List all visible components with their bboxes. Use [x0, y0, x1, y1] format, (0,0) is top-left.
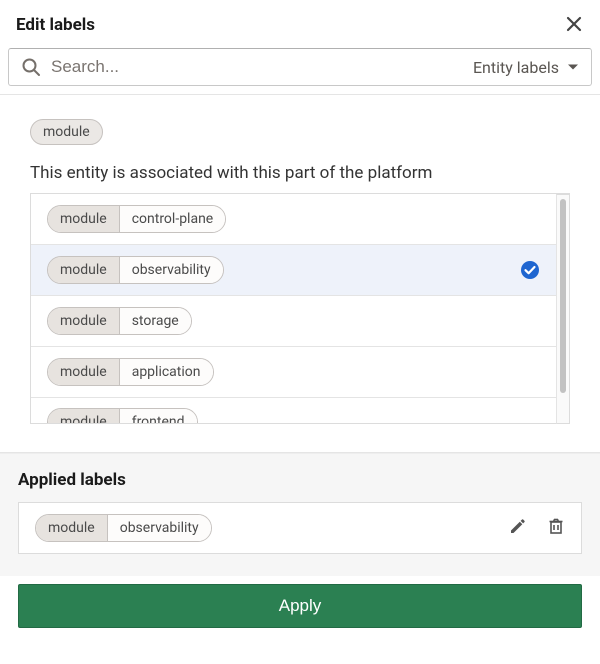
label-chip: module application — [47, 358, 214, 386]
query-description: This entity is associated with this part… — [30, 163, 570, 183]
label-chip: module observability — [47, 256, 224, 284]
edit-labels-dialog: Edit labels Entity labels module This en… — [0, 0, 600, 644]
checkmark-icon — [520, 260, 540, 280]
options-list: module control-plane module observabilit… — [30, 194, 556, 424]
label-value: observability — [108, 515, 211, 541]
scrollbar[interactable] — [556, 194, 570, 424]
dialog-footer: Apply — [0, 576, 600, 644]
applied-label-row: module observability — [18, 502, 582, 554]
label-chip: module storage — [47, 307, 192, 335]
dialog-title: Edit labels — [16, 15, 95, 35]
edit-button[interactable] — [509, 517, 527, 539]
label-chip: module frontend — [47, 408, 198, 424]
query-key-text: module — [43, 124, 90, 140]
delete-button[interactable] — [547, 517, 565, 539]
close-button[interactable] — [564, 14, 584, 36]
dialog-header: Edit labels — [0, 0, 600, 48]
label-key: module — [48, 359, 120, 385]
label-key: module — [48, 206, 120, 232]
applied-title: Applied labels — [18, 470, 582, 490]
option-row[interactable]: module control-plane — [31, 194, 556, 245]
label-key: module — [48, 257, 120, 283]
results-section: module This entity is associated with th… — [0, 95, 600, 424]
search-input[interactable] — [41, 57, 465, 77]
query-key-chip: module — [30, 119, 103, 145]
label-value: frontend — [120, 409, 197, 424]
search-bar: Entity labels — [8, 48, 592, 86]
pencil-icon — [509, 517, 527, 539]
label-chip: module observability — [35, 514, 212, 542]
label-scope-value: Entity labels — [473, 58, 559, 77]
caret-down-icon — [567, 61, 579, 73]
label-value: storage — [120, 308, 191, 334]
label-key: module — [48, 409, 120, 424]
label-value: observability — [120, 257, 223, 283]
applied-labels-section: Applied labels module observability — [0, 453, 600, 576]
apply-button-label: Apply — [279, 596, 322, 615]
applied-actions — [509, 517, 565, 539]
option-row[interactable]: module storage — [31, 296, 556, 347]
close-icon — [566, 12, 582, 37]
scrollbar-thumb[interactable] — [560, 199, 566, 393]
apply-button[interactable]: Apply — [18, 584, 582, 628]
label-value: control-plane — [120, 206, 226, 232]
label-value: application — [120, 359, 213, 385]
option-row[interactable]: module frontend — [31, 398, 556, 424]
label-key: module — [36, 515, 108, 541]
label-chip: module control-plane — [47, 205, 226, 233]
search-icon — [21, 57, 41, 77]
trash-icon — [547, 517, 565, 539]
label-scope-select[interactable]: Entity labels — [465, 58, 579, 77]
option-row[interactable]: module application — [31, 347, 556, 398]
options-list-wrapper: module control-plane module observabilit… — [30, 193, 570, 424]
label-key: module — [48, 308, 120, 334]
option-row[interactable]: module observability — [31, 245, 556, 296]
